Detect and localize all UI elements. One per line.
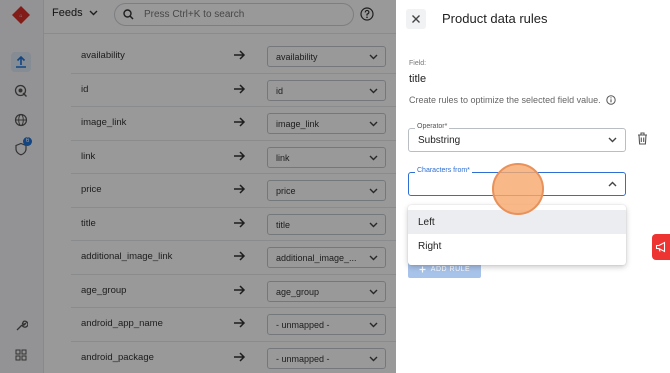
click-indicator — [492, 163, 544, 215]
info-icon[interactable] — [605, 95, 616, 105]
chevron-down-icon — [608, 137, 617, 143]
delete-rule-button[interactable] — [636, 131, 649, 149]
trash-icon — [638, 132, 647, 145]
field-label: Field: — [409, 60, 427, 67]
modal-backdrop[interactable] — [0, 0, 396, 373]
close-button[interactable] — [406, 9, 426, 29]
operator-select[interactable]: Operator* Substring — [408, 123, 626, 152]
add-rule-label: ADD RULE — [430, 265, 471, 273]
panel-title: Product data rules — [442, 11, 548, 26]
operator-label: Operator* — [415, 123, 450, 130]
megaphone-icon — [655, 241, 666, 253]
rules-hint: Create rules to optimize the selected fi… — [409, 95, 616, 105]
close-icon — [412, 15, 420, 23]
feedback-button[interactable] — [652, 234, 670, 260]
option-right[interactable]: Right — [408, 234, 626, 258]
field-value: title — [409, 73, 427, 85]
plus-icon — [419, 266, 426, 272]
chevron-up-icon — [608, 181, 617, 187]
operator-value: Substring — [418, 135, 461, 146]
rules-hint-text: Create rules to optimize the selected fi… — [409, 95, 601, 105]
characters-from-label: Characters from* — [415, 167, 472, 174]
